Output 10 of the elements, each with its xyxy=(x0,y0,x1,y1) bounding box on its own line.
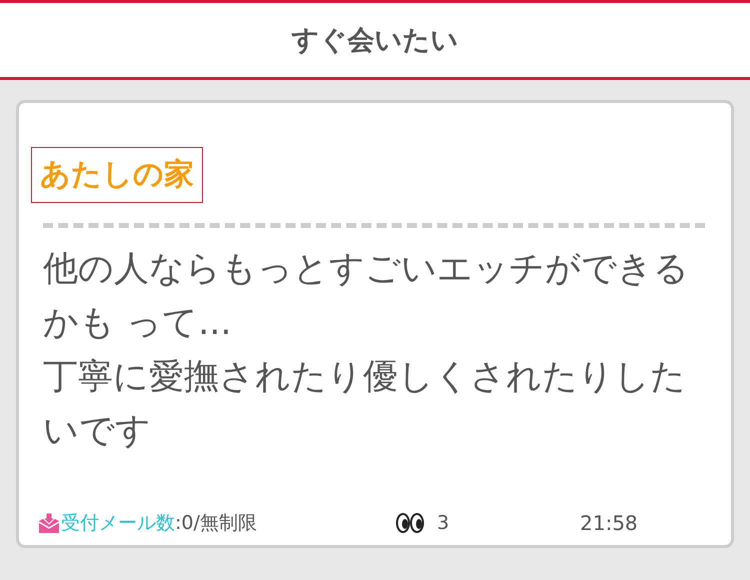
post-time: 21:58 xyxy=(580,511,638,535)
location-tag: あたしの家 xyxy=(31,147,203,203)
post-card[interactable]: あたしの家 他の人ならもっとすごいエッチができるかも って... 丁寧に愛撫されたり優しくされたりしたいです 受付メール数:0/無制限 3 21:58 xyxy=(16,100,734,548)
message-text: 他の人ならもっとすごいエッチができるかも って... 丁寧に愛撫されたり優しくされたりしたいです xyxy=(43,248,690,453)
mail-count-value: :0/無制限 xyxy=(175,511,257,536)
mail-count-label: 受付メール数 xyxy=(61,511,175,536)
view-count: 3 xyxy=(437,512,450,534)
page-title: すぐ会いたい xyxy=(292,24,458,58)
mail-icon xyxy=(38,512,60,534)
eyes-icon xyxy=(395,511,425,535)
